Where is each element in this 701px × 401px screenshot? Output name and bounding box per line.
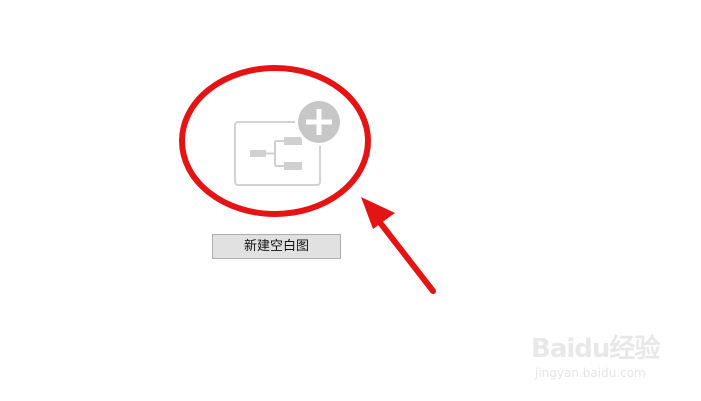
watermark-logo: Baidu经验 <box>531 334 660 364</box>
new-blank-diagram-button[interactable]: 新建空白图 <box>212 234 341 259</box>
new-blank-diagram-tile[interactable] <box>230 96 345 190</box>
watermark: Baidu经验 jingyan.baidu.com <box>531 328 663 384</box>
mindmap-plus-icon <box>234 98 343 186</box>
watermark-url: jingyan.baidu.com <box>535 366 646 380</box>
arrow-pointer-icon <box>361 197 436 294</box>
canvas: 新建空白图 Baidu经验 jingyan.baidu.com <box>0 0 701 401</box>
